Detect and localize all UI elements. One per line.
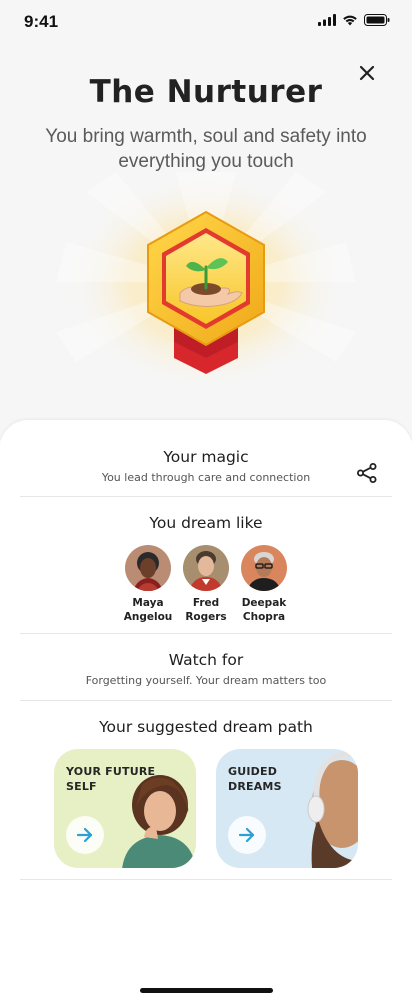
dream-like-title: You dream like <box>149 514 263 532</box>
card-arrow-button[interactable] <box>66 816 104 854</box>
card-label-line1: GUIDED <box>228 765 278 778</box>
dream-path-section: Your suggested dream path <box>20 718 392 736</box>
divider <box>20 879 392 880</box>
results-sheet <box>0 420 412 1002</box>
card-arrow-button[interactable] <box>228 816 266 854</box>
card-label-line1: YOUR FUTURE <box>66 765 156 778</box>
nurturer-badge <box>56 172 356 392</box>
people-list: Maya Angelou Fred Rogers Deepak Chopra <box>0 545 412 624</box>
card-label: YOUR FUTURE SELF <box>66 764 166 794</box>
card-guided-dreams[interactable]: GUIDED DREAMS <box>216 749 358 868</box>
wifi-icon <box>343 15 357 26</box>
card-your-future-self[interactable]: YOUR FUTURE SELF <box>54 749 196 868</box>
person-deepak-chopra[interactable]: Deepak Chopra <box>241 545 287 624</box>
card-label-line2: DREAMS <box>228 780 282 793</box>
signal-icon <box>318 14 336 26</box>
divider <box>20 700 392 701</box>
person-fred-rogers[interactable]: Fred Rogers <box>183 545 229 624</box>
person-maya-angelou[interactable]: Maya Angelou <box>123 545 173 624</box>
divider <box>20 496 392 497</box>
magic-title: Your magic <box>163 448 249 466</box>
watch-for-title: Watch for <box>168 651 244 669</box>
magic-subtitle: You lead through care and connection <box>101 471 311 484</box>
avatar-fred-rogers <box>183 545 229 591</box>
person-name: Deepak Chopra <box>229 596 299 624</box>
home-indicator[interactable] <box>140 988 273 993</box>
avatar-deepak-chopra <box>241 545 287 591</box>
status-bar: 9:41 <box>0 0 412 44</box>
first-name: Fred <box>192 597 220 609</box>
card-label: GUIDED DREAMS <box>228 764 328 794</box>
page-title: The Nurturer <box>89 74 323 110</box>
first-name: Maya <box>132 597 164 609</box>
share-icon[interactable] <box>356 462 378 484</box>
page-subtitle: You bring warmth, soul and safety into e… <box>45 126 367 172</box>
dream-like-section: You dream like <box>20 514 392 532</box>
arrow-right-icon <box>238 827 255 843</box>
dream-path-cards: YOUR FUTURE SELF GUIDED DREAMS <box>54 749 358 869</box>
status-icons <box>318 14 390 26</box>
divider <box>20 633 392 634</box>
card-label-line2: SELF <box>66 780 97 793</box>
last-name: Rogers <box>185 611 227 623</box>
last-name: Angelou <box>123 611 173 623</box>
last-name: Chopra <box>242 611 286 623</box>
dream-path-title: Your suggested dream path <box>99 718 313 736</box>
status-time: 9:41 <box>24 12 59 31</box>
watch-for-subtitle: Forgetting yourself. Your dream matters … <box>85 674 327 687</box>
arrow-right-icon <box>76 827 93 843</box>
magic-section: Your magic You lead through care and con… <box>20 448 392 484</box>
first-name: Deepak <box>241 597 287 609</box>
watch-for-section: Watch for Forgetting yourself. Your drea… <box>20 651 392 687</box>
battery-icon <box>364 14 390 26</box>
avatar-maya-angelou <box>125 545 171 591</box>
